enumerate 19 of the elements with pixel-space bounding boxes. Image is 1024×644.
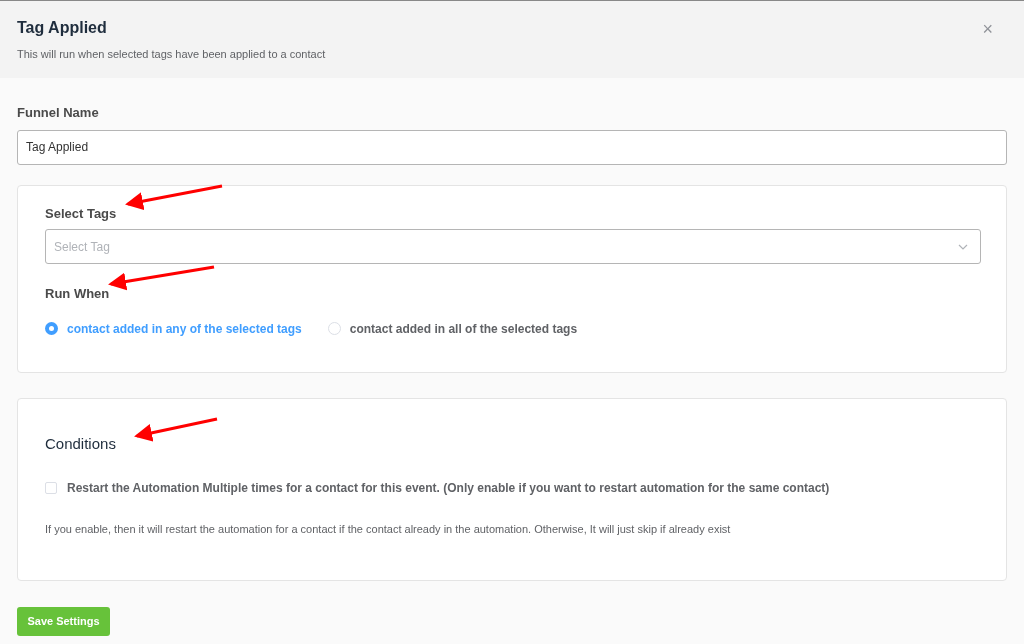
radio-button[interactable] (45, 322, 58, 335)
radio-button[interactable] (327, 322, 341, 335)
help-text: If you enable, then it will restart the automation for a contact if the contact already in the automation. Otherwise, It will just skip if already exist (45, 522, 732, 537)
radio-option[interactable]: contact added in any of the selected tags (45, 319, 302, 338)
save-settings-button[interactable]: Save Settings (17, 606, 110, 636)
select-placeholder: Select Tag (54, 238, 110, 256)
dialog-subtitle: This will run when selected tags have been applied to a contact (17, 47, 326, 62)
checkbox[interactable] (45, 482, 57, 494)
field-label: Funnel Name (17, 104, 100, 122)
dialog-title: Tag Applied (17, 18, 108, 38)
close-button[interactable]: × (982, 20, 993, 38)
radio-option[interactable]: contact added in all of the selected tags (327, 319, 578, 338)
chevron-down-icon (958, 243, 968, 250)
field-label: Select Tags (45, 204, 118, 223)
checkbox-option[interactable]: Restart the Automation Multiple times for a contact for this event. (Only enable if you want to restart automation for the same contact) (45, 479, 979, 497)
tag-select[interactable]: Select Tag (45, 229, 981, 264)
funnel-name-field[interactable]: Tag Applied (17, 129, 1007, 165)
field-label: Run When (45, 285, 111, 303)
section-title: Conditions (45, 433, 117, 454)
